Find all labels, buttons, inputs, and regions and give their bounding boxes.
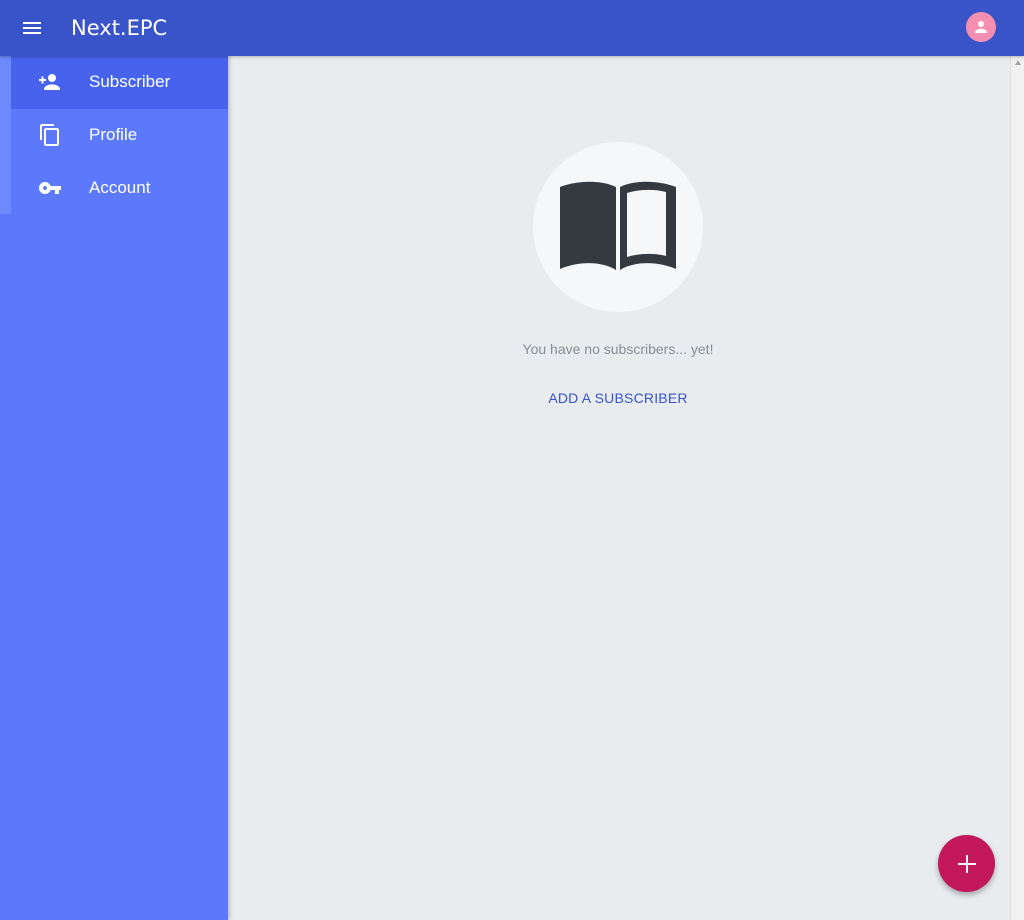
add-subscriber-link-row: ADD A SUBSCRIBER — [228, 390, 1008, 406]
sidebar-item-subscriber[interactable]: Subscriber — [11, 56, 228, 109]
empty-state-illustration — [533, 142, 703, 312]
vertical-scrollbar[interactable] — [1010, 56, 1024, 920]
account-avatar-button[interactable] — [966, 12, 996, 42]
open-book-icon — [560, 181, 676, 270]
main-content: You have no subscribers... yet! ADD A SU… — [228, 56, 1010, 920]
sidebar: Subscriber Profile Account — [0, 56, 228, 920]
add-icon — [957, 854, 976, 873]
sidebar-item-account[interactable]: Account — [11, 162, 228, 215]
copy-icon — [38, 123, 62, 147]
sidebar-item-label: Profile — [89, 125, 138, 144]
person-add-icon — [38, 70, 62, 94]
app-window: Next.EPC Subscriber Profile Account You … — [0, 0, 1024, 920]
key-icon — [38, 176, 62, 200]
sidebar-accent — [0, 56, 11, 214]
scroll-up-icon[interactable] — [1015, 60, 1021, 65]
sidebar-item-label: Subscriber — [89, 72, 171, 91]
menu-button[interactable] — [14, 10, 50, 46]
add-subscriber-link[interactable]: ADD A SUBSCRIBER — [548, 390, 687, 406]
menu-icon — [23, 22, 41, 34]
app-header: Next.EPC — [0, 0, 1024, 56]
app-title: Next.EPC — [71, 16, 168, 40]
add-fab-button[interactable] — [938, 835, 995, 892]
account-circle-icon — [975, 21, 987, 33]
sidebar-item-label: Account — [89, 178, 151, 197]
empty-state-message: You have no subscribers... yet! — [522, 341, 714, 357]
sidebar-item-profile[interactable]: Profile — [11, 109, 228, 162]
